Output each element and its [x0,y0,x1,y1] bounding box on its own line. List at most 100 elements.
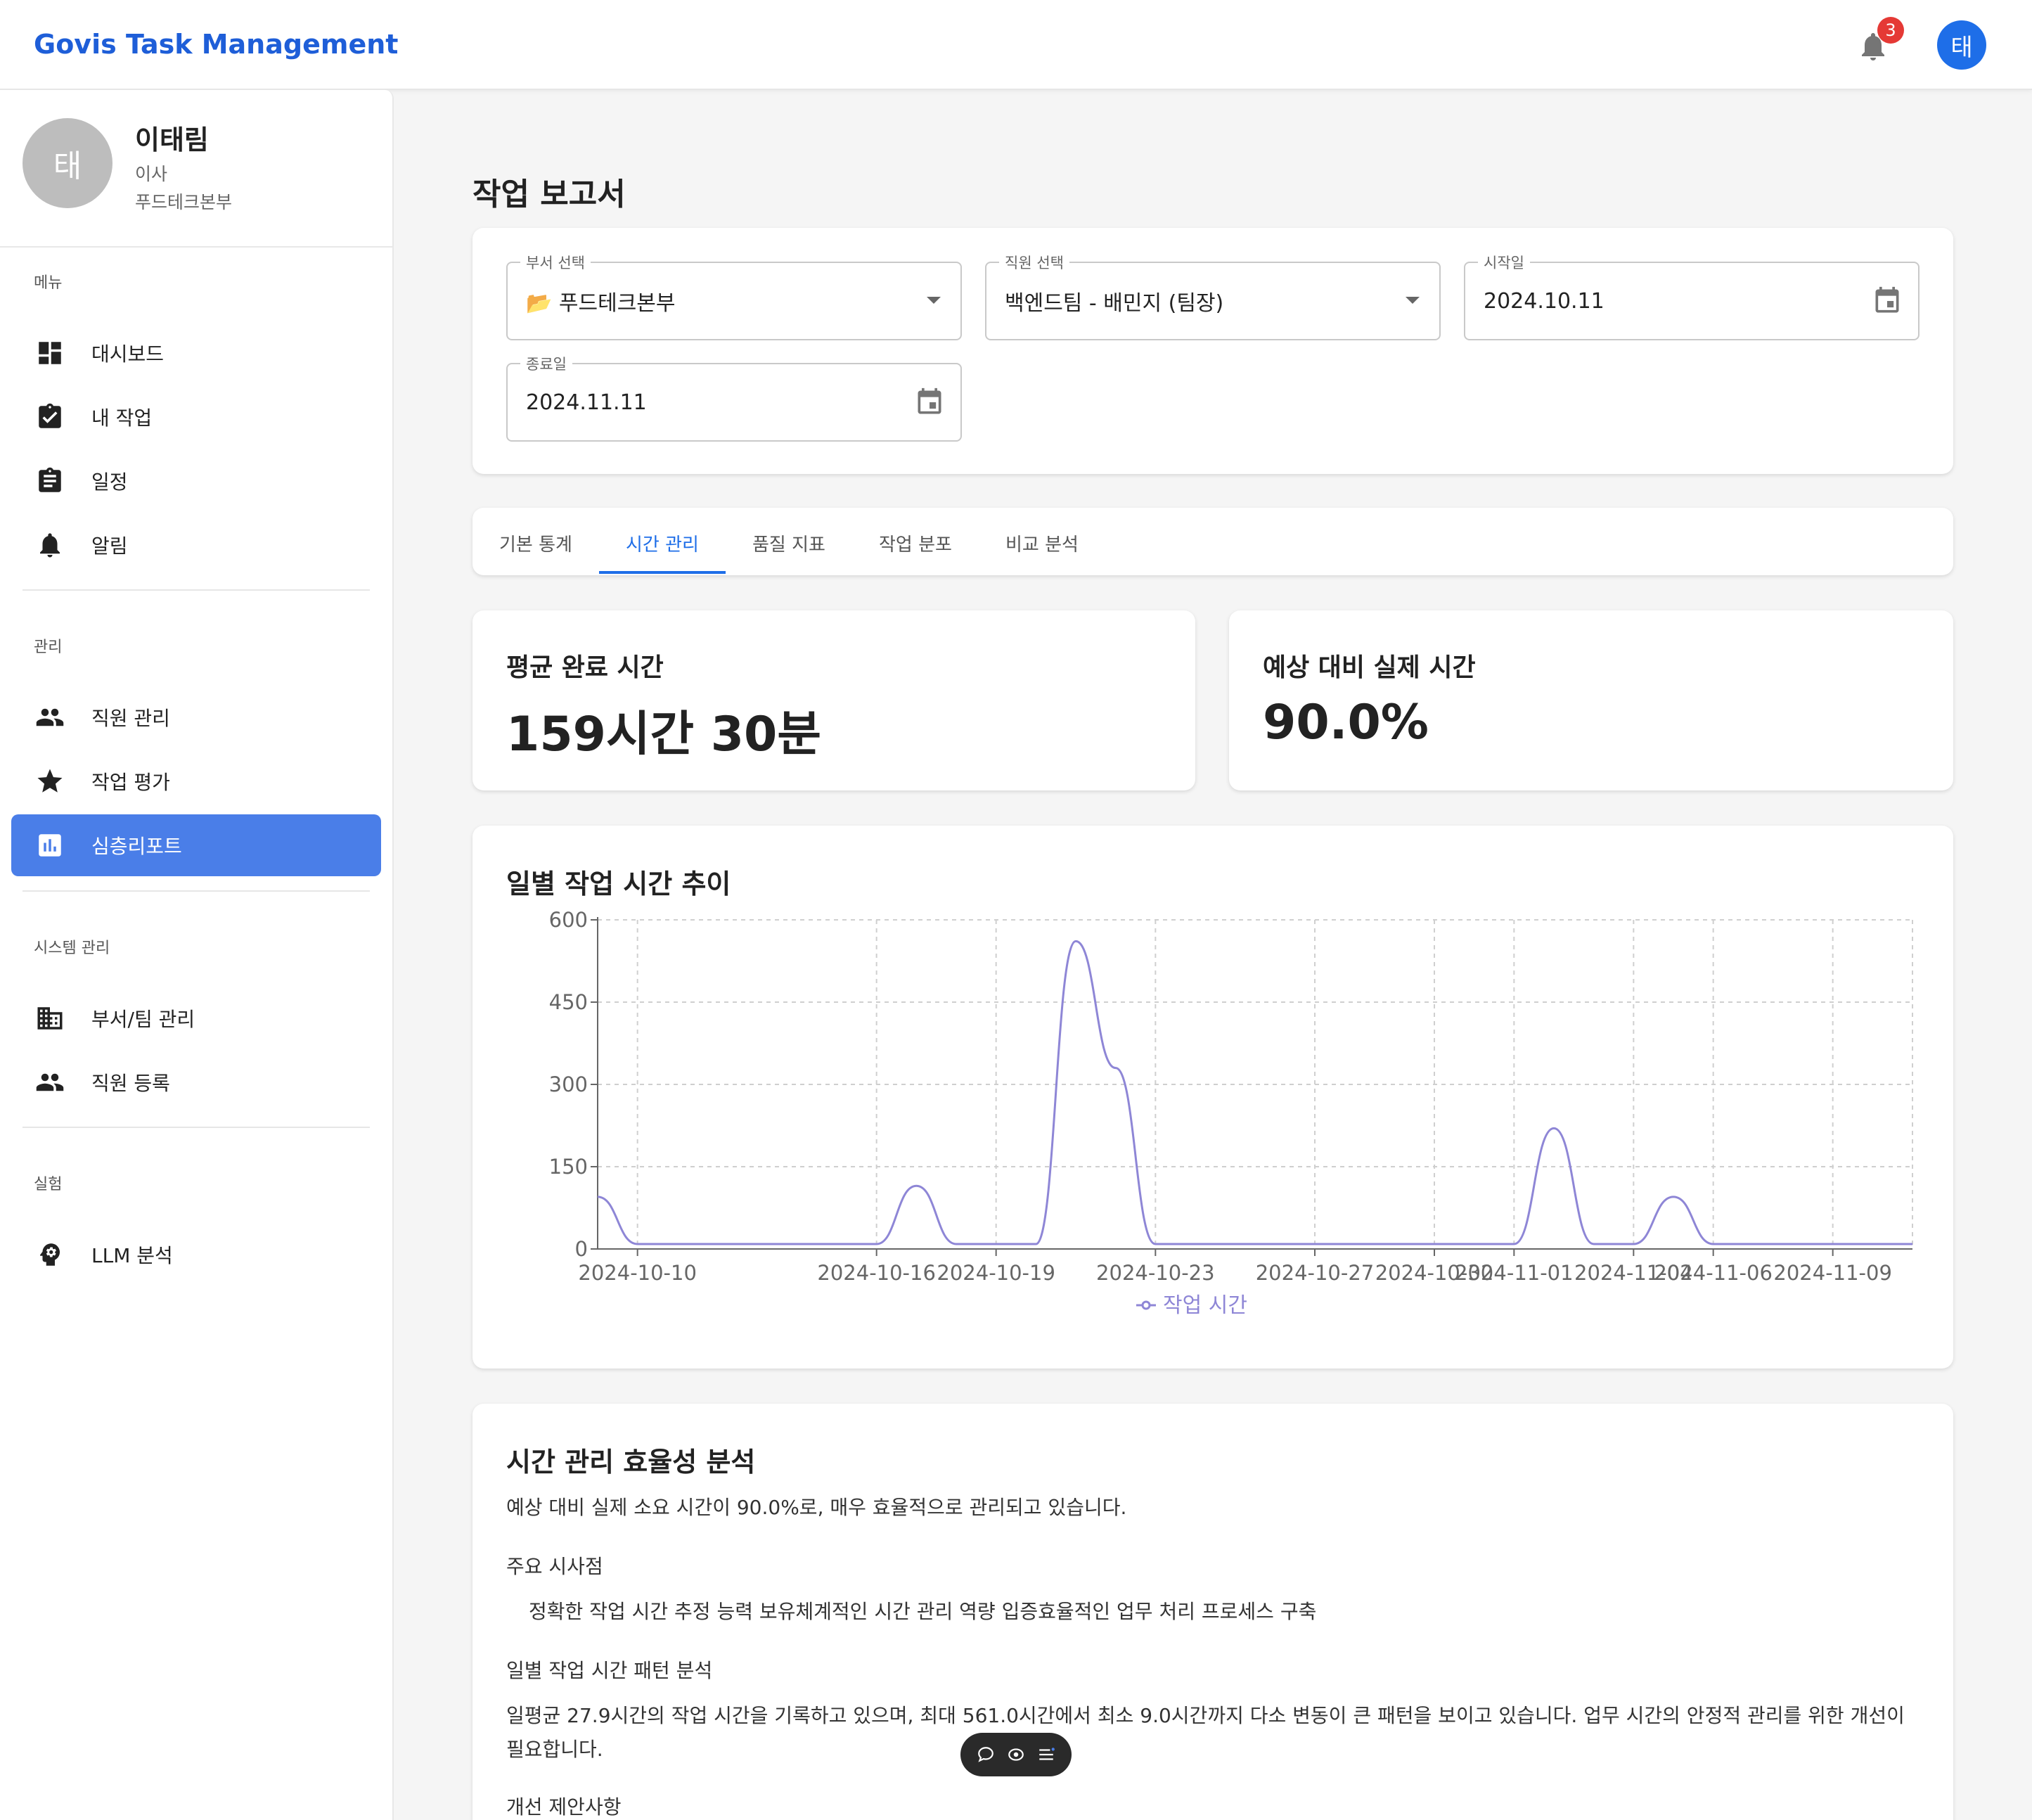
sidebar-item-label: 알림 [91,534,128,558]
stat-value: 159시간 30분 [506,707,821,762]
sidebar-item-employee-management[interactable]: 직원 관리 [11,686,381,748]
divider [22,1127,370,1128]
x-tick-label: 2024-10-27 [1256,1261,1375,1285]
building-icon [35,1004,65,1033]
sidebar-item-deep-report[interactable]: 심층리포트 [11,814,381,876]
profile-name: 이태림 [135,124,209,155]
task-check-icon [35,402,65,432]
end-date-value: 2024.11.11 [526,390,647,415]
view-icon[interactable] [1007,1745,1025,1764]
sidebar-item-label: 일정 [91,470,128,494]
x-tick-label: 2024-11-06 [1654,1261,1773,1285]
sidebar-item-label: 내 작업 [91,406,153,430]
profile-department: 푸드테크본부 [135,192,233,212]
avatar: 태 [22,118,112,208]
sidebar-item-label: 직원 등록 [91,1072,170,1095]
stat-value: 90.0% [1263,695,1429,750]
sidebar-item-employee-registration[interactable]: 직원 등록 [11,1051,381,1113]
active-tab-indicator [599,571,726,574]
insights-text: 정확한 작업 시간 추정 능력 보유체계적인 시간 관리 역량 입증효율적인 업… [529,1600,1317,1623]
app-bar: Govis Task Management 3 태 [0,0,2032,90]
sidebar-item-task-evaluation[interactable]: 작업 평가 [11,750,381,812]
start-date-label: 시작일 [1478,252,1530,273]
calendar-icon[interactable] [1872,286,1903,316]
tab-quality-metrics[interactable]: 품질 지표 [726,511,852,575]
bell-icon [35,530,65,560]
notification-badge: 3 [1877,17,1904,44]
section-label-experiment: 실험 [34,1176,63,1193]
sidebar-item-department-team[interactable]: 부서/팀 관리 [11,987,381,1049]
menu-list-icon[interactable] [1037,1745,1055,1764]
estimate-ratio-card: 예상 대비 실제 시간 90.0% [1229,610,1953,790]
people-icon [35,703,65,732]
y-tick-label: 150 [549,1155,588,1179]
start-date-field[interactable]: 시작일 2024.10.11 [1464,252,1920,340]
clipboard-icon [35,466,65,496]
brain-icon [35,1240,65,1269]
department-select[interactable]: 부서 선택 📂 푸드테크본부 [506,252,962,340]
x-tick-label: 2024-10-23 [1096,1261,1215,1285]
employee-select-value: 백엔드팀 - 배민지 (팀장) [1005,291,1224,316]
y-tick-label: 600 [549,908,588,932]
x-tick-label: 2024-11-09 [1773,1261,1892,1285]
series-line-work-time [597,940,1912,1245]
sidebar-item-my-tasks[interactable]: 내 작업 [11,386,381,448]
sidebar-item-dashboard[interactable]: 대시보드 [11,322,381,384]
app-title[interactable]: Govis Task Management [34,29,398,60]
user-avatar-button[interactable]: 태 [1937,20,1986,70]
calendar-icon[interactable] [914,387,945,418]
chart-series [597,940,1913,1245]
y-tick-label: 0 [575,1237,588,1261]
dashboard-icon [35,338,65,368]
notifications-button[interactable]: 3 [1856,17,1904,68]
employee-select[interactable]: 직원 선택 백엔드팀 - 배민지 (팀장) [985,252,1441,340]
chart-grid [598,919,1913,1250]
section-label-admin: 관리 [34,639,63,656]
chevron-down-icon [1406,297,1420,304]
profile-panel: 태 이태림 이사 푸드테크본부 [0,90,392,248]
sidebar-item-label: 부서/팀 관리 [91,1008,195,1031]
page-title: 작업 보고서 [472,177,626,212]
sidebar-item-label: LLM 분석 [91,1244,173,1267]
chart-title: 일별 작업 시간 추이 [506,869,731,899]
sidebar-item-schedule[interactable]: 일정 [11,450,381,512]
bar-chart-icon [35,831,65,860]
star-icon [35,767,65,796]
tab-time-management[interactable]: 시간 관리 [599,511,726,575]
legend-label: 작업 시간 [1163,1293,1247,1318]
tab-comparison-analysis[interactable]: 비교 분석 [979,511,1105,575]
filter-card: 부서 선택 📂 푸드테크본부 직원 선택 백엔드팀 - 배민지 (팀장) 시작일… [472,228,1953,474]
chevron-down-icon [927,297,941,304]
sidebar-item-label: 심층리포트 [91,835,182,858]
start-date-value: 2024.10.11 [1484,288,1605,314]
avg-completion-card: 평균 완료 시간 159시간 30분 [472,610,1195,790]
pattern-text: 일평균 27.9시간의 작업 시간을 기록하고 있으며, 최대 561.0시간에… [506,1704,1905,1761]
employee-select-label: 직원 선택 [999,252,1069,273]
x-tick-label: 2024-10-10 [578,1261,697,1285]
sidebar-item-llm-analysis[interactable]: LLM 분석 [11,1224,381,1286]
x-tick-label: 2024-11-01 [1455,1261,1574,1285]
department-select-label: 부서 선택 [520,252,591,273]
sidebar-item-notifications[interactable]: 알림 [11,514,381,576]
tab-basic-stats[interactable]: 기본 통계 [472,511,599,575]
daily-work-time-chart: 0 150 300 450 600 2024-10-10 2024-10-16 2024-10… [549,908,1913,1318]
sidebar-item-label: 대시보드 [91,342,165,366]
analysis-summary: 예상 대비 실제 소요 시간이 90.0%로, 매우 효율적으로 관리되고 있습… [506,1496,1127,1519]
end-date-field[interactable]: 종료일 2024.11.11 [506,353,962,442]
x-tick-label: 2024-10-16 [817,1261,936,1285]
y-tick-label: 450 [549,990,588,1014]
comment-icon[interactable] [977,1745,995,1764]
suggestions-heading: 개선 제안사항 [506,1795,622,1819]
legend-marker [1141,1300,1151,1310]
floating-toolbar [960,1733,1072,1776]
sidebar: 태 이태림 이사 푸드테크본부 메뉴 대시보드 내 작업 일정 알림 관리 직원… [0,90,394,1820]
chart-legend[interactable]: 작업 시간 [1136,1293,1247,1318]
stat-title: 평균 완료 시간 [506,653,664,682]
divider [22,890,370,892]
end-date-label: 종료일 [520,353,572,374]
people-icon [35,1068,65,1097]
tab-task-distribution[interactable]: 작업 분포 [852,511,979,575]
sidebar-item-label: 직원 관리 [91,707,170,730]
y-tick-label: 300 [549,1072,588,1096]
section-label-menu: 메뉴 [34,274,63,292]
